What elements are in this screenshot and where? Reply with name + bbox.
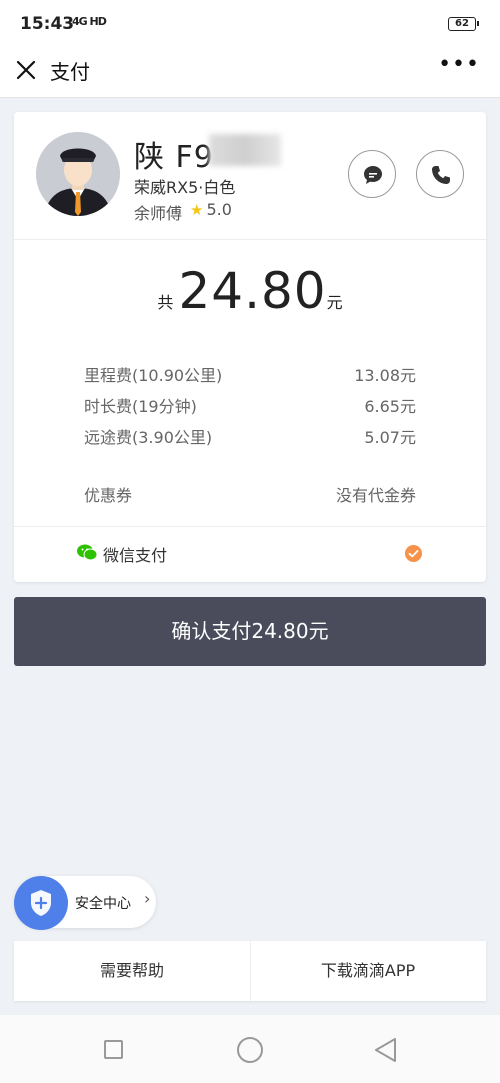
nav-bar: 支付 ••• xyxy=(0,44,500,98)
call-button[interactable] xyxy=(416,150,464,198)
coupon-label: 优惠券 xyxy=(84,486,133,505)
fee-value: 5.07元 xyxy=(364,428,416,447)
driver-rating: ★ 5.0 xyxy=(190,200,232,219)
page-title: 支付 xyxy=(50,60,90,84)
rating-value: 5.0 xyxy=(206,200,232,219)
payment-method-label: 微信支付 xyxy=(103,546,168,565)
fee-label: 远途费(3.90公里) xyxy=(84,428,213,447)
home-icon[interactable] xyxy=(237,1037,263,1063)
bottom-action-bar: 需要帮助 下载滴滴APP xyxy=(14,941,486,1001)
fee-value: 13.08元 xyxy=(354,366,416,385)
fee-row: 里程费(10.90公里) 13.08元 xyxy=(84,362,416,386)
download-app-button[interactable]: 下载滴滴APP xyxy=(250,941,486,1001)
fee-row: 时长费(19分钟) 6.65元 xyxy=(84,393,416,417)
driver-avatar xyxy=(36,132,120,216)
fee-value: 6.65元 xyxy=(364,397,416,416)
driver-name: 余师傅 xyxy=(134,204,183,223)
back-icon[interactable] xyxy=(373,1036,399,1068)
car-model: 荣威RX5·白色 xyxy=(134,178,236,197)
fee-label: 时长费(19分钟) xyxy=(84,397,197,416)
phone-icon xyxy=(432,166,450,184)
wechat-icon xyxy=(77,544,97,561)
status-signal: 4G HD xyxy=(72,15,107,28)
status-bar: 15:43 4G HD 62 xyxy=(0,0,500,50)
system-nav-bar xyxy=(0,1015,500,1083)
message-button[interactable] xyxy=(348,150,396,198)
total-amount: 共 24.80元 xyxy=(14,262,486,320)
plate-redaction xyxy=(209,134,281,166)
total-prefix: 共 xyxy=(157,293,174,312)
license-plate: 陕 F9 xyxy=(134,140,214,175)
help-button[interactable]: 需要帮助 xyxy=(14,941,250,1001)
divider xyxy=(14,239,486,240)
shield-icon xyxy=(14,876,68,930)
close-icon[interactable] xyxy=(12,56,40,84)
order-card: 陕 F9 荣威RX5·白色 余师傅 ★ 5.0 共 24.80元 里程费(10.9… xyxy=(14,112,486,582)
fee-label: 里程费(10.90公里) xyxy=(84,366,223,385)
recent-apps-icon[interactable] xyxy=(104,1040,123,1059)
status-time: 15:43 xyxy=(20,14,75,34)
safety-center-label: 安全中心 xyxy=(75,896,131,912)
message-icon xyxy=(364,166,382,184)
chevron-right-icon: › xyxy=(144,889,151,908)
safety-center-button[interactable]: 安全中心 › xyxy=(14,876,156,930)
coupon-value: 没有代金券 xyxy=(335,486,416,505)
star-icon: ★ xyxy=(190,201,204,219)
more-icon[interactable]: ••• xyxy=(438,54,480,76)
payment-method-row[interactable]: 微信支付 xyxy=(14,527,486,581)
coupon-row[interactable]: 优惠券 没有代金券 xyxy=(84,482,416,506)
fee-row: 远途费(3.90公里) 5.07元 xyxy=(84,424,416,448)
confirm-pay-button[interactable]: 确认支付24.80元 xyxy=(14,597,486,666)
check-icon xyxy=(405,545,422,562)
total-value: 24.80 xyxy=(178,262,327,320)
battery-indicator: 62 xyxy=(448,17,479,31)
total-unit: 元 xyxy=(326,293,343,312)
